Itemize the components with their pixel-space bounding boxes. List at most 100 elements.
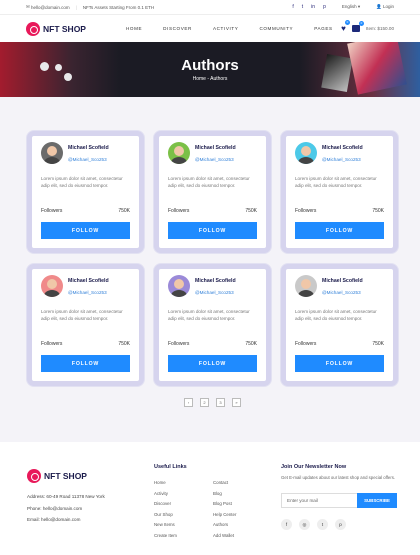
author-handle: @Michael_Sco253	[322, 156, 361, 162]
author-card: Michael Scofield @Michael_Sco253 Lorem ips…	[281, 131, 398, 253]
breadcrumb: Home - Authors	[192, 76, 228, 82]
footer-link[interactable]: Discover	[154, 499, 177, 510]
author-meta: Michael Scofield @Michael_Sco253	[322, 145, 363, 162]
logo-icon	[27, 469, 41, 483]
page-next[interactable]: »	[232, 398, 241, 407]
topbar-social: f t in p	[292, 4, 325, 10]
linkedin-icon[interactable]: in	[311, 4, 315, 10]
followers-label: Followers	[41, 341, 63, 347]
facebook-icon[interactable]: f	[292, 4, 293, 10]
author-meta: Michael Scofield @Michael_Sco253	[68, 278, 109, 295]
footer-link[interactable]: New Items	[154, 520, 177, 531]
followers-row: Followers 750K	[168, 208, 257, 214]
followers-label: Followers	[168, 208, 190, 214]
instagram-icon[interactable]: ◎	[299, 519, 310, 530]
author-bio: Lorem ipsum dolor sit amet, consectetur …	[41, 176, 123, 188]
follow-button[interactable]: FOLLOW	[41, 222, 130, 239]
author-name[interactable]: Michael Scofield	[322, 278, 363, 284]
footer-link[interactable]: Blog Post	[213, 499, 236, 510]
footer-link[interactable]: Add Wallet	[213, 531, 236, 542]
avatar[interactable]	[41, 142, 63, 164]
author-card: Michael Scofield @Michael_Sco253 Lorem ips…	[27, 264, 144, 386]
author-head: Michael Scofield @Michael_Sco253	[41, 275, 130, 297]
author-bio: Lorem ipsum dolor sit amet, consectetur …	[168, 309, 250, 321]
footer-link[interactable]: Contact	[213, 478, 236, 489]
announcement: NFTs Assets Starting From 0.1 ETH	[82, 4, 155, 10]
followers-label: Followers	[168, 341, 190, 347]
page-3[interactable]: 3	[216, 398, 225, 407]
footer-link[interactable]: Our Shop	[154, 510, 177, 521]
author-bio: Lorem ipsum dolor sit amet, consectetur …	[295, 309, 377, 321]
avatar[interactable]	[168, 142, 190, 164]
avatar[interactable]	[295, 142, 317, 164]
pinterest-icon[interactable]: p	[323, 4, 326, 10]
footer-link[interactable]: Blog	[213, 489, 236, 500]
author-name[interactable]: Michael Scofield	[68, 145, 109, 151]
author-meta: Michael Scofield @Michael_Sco253	[68, 145, 109, 162]
follow-button[interactable]: FOLLOW	[168, 355, 257, 372]
followers-row: Followers 750K	[168, 341, 257, 347]
page-prev[interactable]: ‹	[184, 398, 193, 407]
logo[interactable]: NFT SHOP	[26, 21, 86, 36]
follow-button[interactable]: FOLLOW	[295, 355, 384, 372]
author-meta: Michael Scofield @Michael_Sco253	[322, 278, 363, 295]
twitter-icon[interactable]: t	[302, 4, 303, 10]
author-handle: @Michael_Sco253	[322, 289, 361, 295]
cart-badge: 0	[358, 21, 364, 26]
facebook-icon[interactable]: f	[281, 519, 292, 530]
links-col-1: Home Activity Discover Our Shop New Item…	[154, 478, 177, 541]
followers-count: 750K	[372, 208, 384, 214]
heart-icon[interactable]: ♥ 0	[341, 20, 350, 33]
footer-logo[interactable]: NFT SHOP	[27, 469, 87, 483]
nav-community[interactable]: COMMUNITY	[259, 26, 293, 31]
follow-button[interactable]: FOLLOW	[41, 355, 130, 372]
nav-home[interactable]: HOME	[126, 26, 142, 31]
author-card: Michael Scofield @Michael_Sco253 Lorem ips…	[154, 264, 271, 386]
mail-icon: ✉	[26, 4, 30, 9]
subscribe-button[interactable]: SUBSCRIBE	[357, 493, 397, 508]
avatar[interactable]	[41, 275, 63, 297]
footer-link[interactable]: Authors	[213, 520, 236, 531]
footer-link[interactable]: Activity	[154, 489, 177, 500]
email: Email: hello@domain.com	[27, 517, 81, 522]
language-select[interactable]: English ▾	[342, 4, 360, 10]
author-handle: @Michael_Sco253	[195, 156, 234, 162]
author-head: Michael Scofield @Michael_Sco253	[168, 142, 257, 164]
footer-link[interactable]: Home	[154, 478, 177, 489]
followers-count: 750K	[245, 341, 257, 347]
author-name[interactable]: Michael Scofield	[322, 145, 363, 151]
contact-info: Address: 60-49 Road 11378 New York Phone…	[27, 491, 105, 526]
followers-row: Followers 750K	[41, 341, 130, 347]
avatar[interactable]	[295, 275, 317, 297]
nav-pages[interactable]: PAGES	[314, 26, 333, 31]
followers-label: Followers	[41, 208, 63, 214]
follow-button[interactable]: FOLLOW	[295, 222, 384, 239]
wishlist-badge: 0	[344, 20, 350, 25]
pinterest-icon[interactable]: p	[335, 519, 346, 530]
author-card: Michael Scofield @Michael_Sco253 Lorem ips…	[154, 131, 271, 253]
author-head: Michael Scofield @Michael_Sco253	[168, 275, 257, 297]
pagination: ‹ 2 3 »	[184, 398, 241, 407]
author-name[interactable]: Michael Scofield	[68, 278, 109, 284]
useful-links-title: Useful Links	[154, 464, 187, 470]
twitter-icon[interactable]: t	[317, 519, 328, 530]
nav-discover[interactable]: DISCOVER	[163, 26, 192, 31]
topbar-email[interactable]: hello@domain.com	[31, 5, 70, 10]
footer-link[interactable]: Create Item	[154, 531, 177, 542]
nav-menu: HOME DISCOVER ACTIVITY COMMUNITY PAGES	[126, 26, 333, 31]
login-link[interactable]: 👤 Login	[376, 4, 394, 10]
cart-icon[interactable]: 0	[351, 21, 364, 32]
followers-label: Followers	[295, 341, 317, 347]
nav-activity[interactable]: ACTIVITY	[213, 26, 238, 31]
followers-count: 750K	[245, 208, 257, 214]
follow-button[interactable]: FOLLOW	[168, 222, 257, 239]
page-2[interactable]: 2	[200, 398, 209, 407]
avatar[interactable]	[168, 275, 190, 297]
author-name[interactable]: Michael Scofield	[195, 278, 236, 284]
page-title: Authors	[181, 57, 239, 74]
cart-total: Item: $150.00	[365, 26, 394, 31]
author-bio: Lorem ipsum dolor sit amet, consectetur …	[168, 176, 250, 188]
footer-link[interactable]: Help Center	[213, 510, 236, 521]
newsletter-email-input[interactable]: Enter your mail	[281, 493, 361, 508]
author-name[interactable]: Michael Scofield	[195, 145, 236, 151]
